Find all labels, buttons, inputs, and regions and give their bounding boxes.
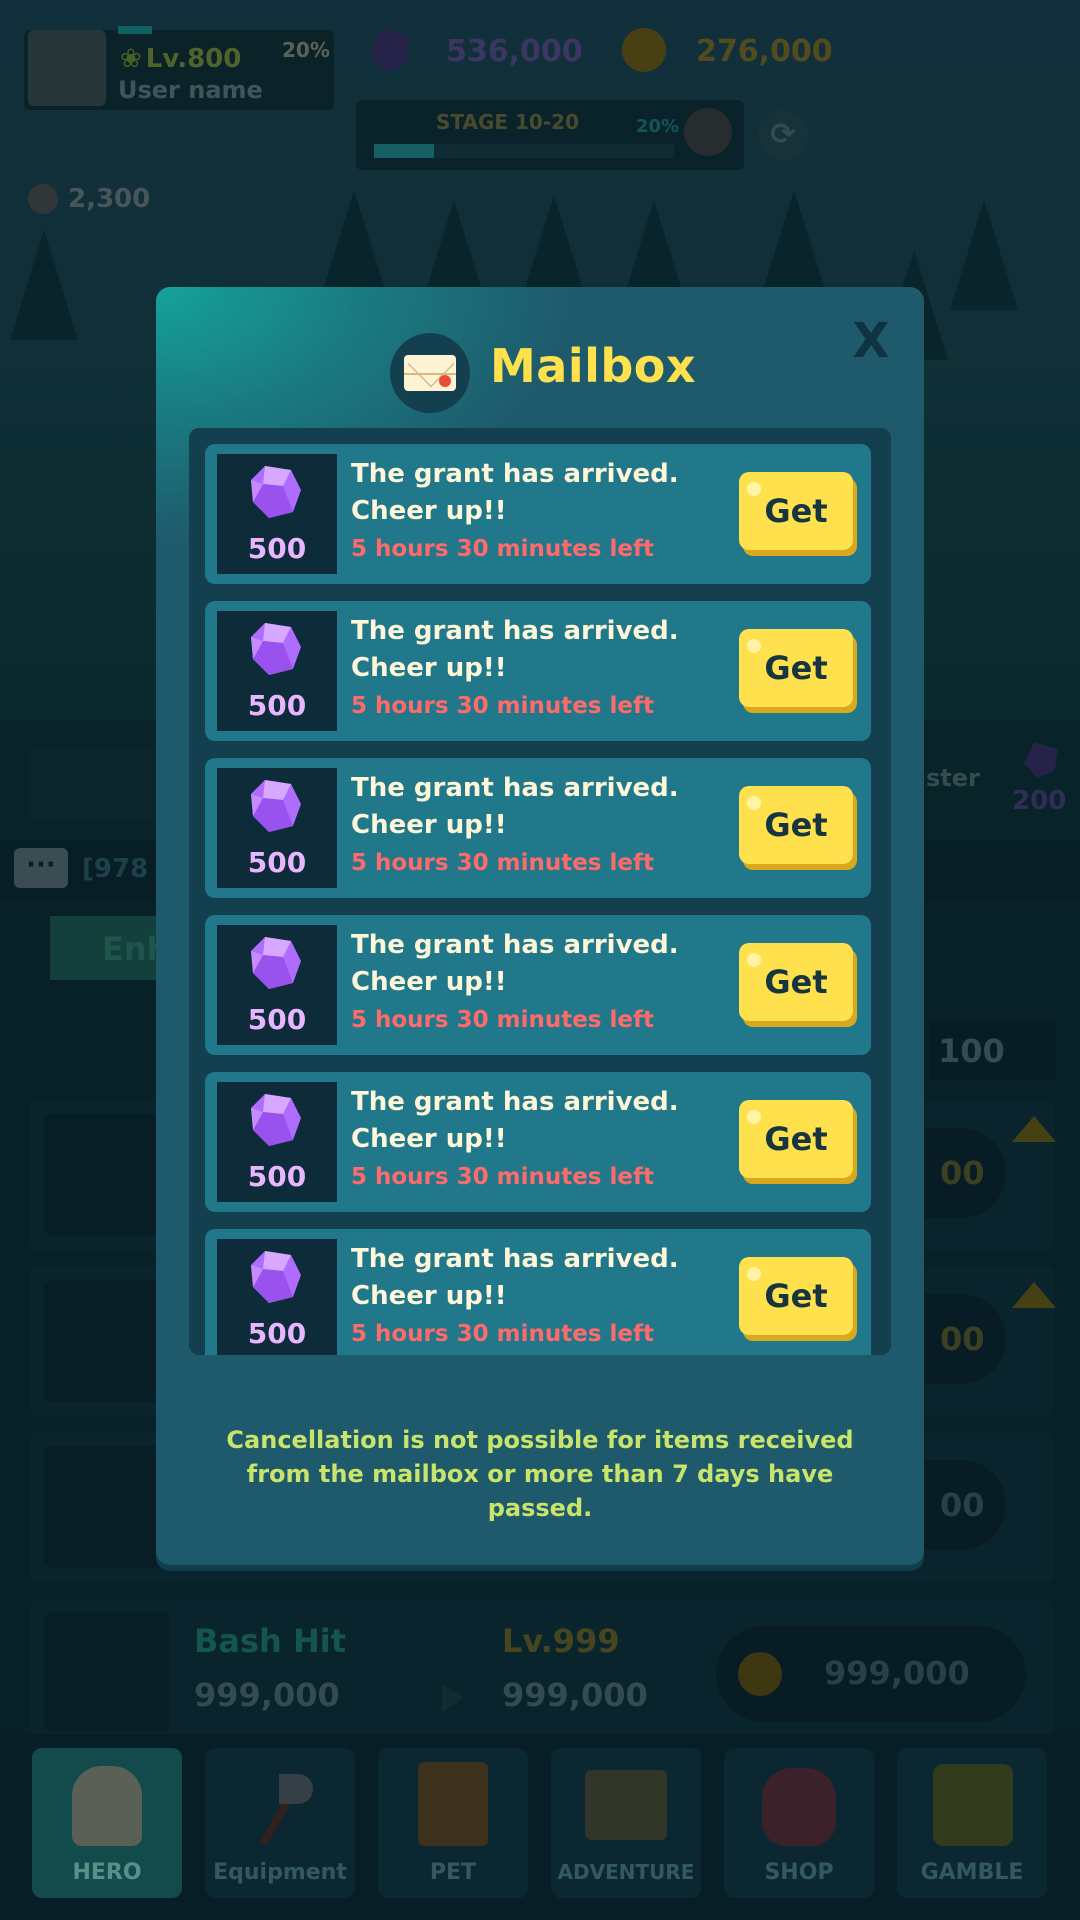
reward-box: 500	[217, 1239, 337, 1355]
mail-icon-badge	[390, 333, 470, 413]
mailbox-modal: Mailbox X 500 The grant has arrived. Chee…	[156, 287, 924, 1565]
mail-message: The grant has arrived. Cheer up!!	[351, 459, 679, 526]
get-button[interactable]: Get	[739, 1257, 853, 1335]
mail-message: The grant has arrived. Cheer up!!	[351, 930, 679, 997]
get-button-label: Get	[764, 806, 828, 844]
mail-time-left: 5 hours 30 minutes left	[351, 1007, 654, 1033]
get-button[interactable]: Get	[739, 1100, 853, 1178]
reward-box: 500	[217, 768, 337, 888]
reward-amount: 500	[247, 532, 307, 565]
reward-box: 500	[217, 611, 337, 731]
mail-item: 500 The grant has arrived. Cheer up!! 5 ho…	[205, 758, 871, 898]
envelope-icon	[404, 355, 456, 391]
reward-amount: 500	[247, 1160, 307, 1193]
get-button-label: Get	[764, 649, 828, 687]
button-shine	[747, 639, 761, 653]
button-shine	[747, 953, 761, 967]
mail-time-left: 5 hours 30 minutes left	[351, 536, 654, 562]
mail-message: The grant has arrived. Cheer up!!	[351, 773, 679, 840]
mail-item: 500 The grant has arrived. Cheer up!! 5 ho…	[205, 915, 871, 1055]
modal-title: Mailbox	[490, 339, 697, 393]
reward-amount: 500	[247, 689, 307, 722]
mail-list[interactable]: 500 The grant has arrived. Cheer up!! 5 ho…	[189, 428, 891, 1355]
reward-box: 500	[217, 454, 337, 574]
get-button-label: Get	[764, 492, 828, 530]
reward-box: 500	[217, 1082, 337, 1202]
close-button[interactable]: X	[846, 313, 896, 369]
reward-box: 500	[217, 925, 337, 1045]
get-button[interactable]: Get	[739, 943, 853, 1021]
gem-icon	[249, 1092, 303, 1148]
mail-time-left: 5 hours 30 minutes left	[351, 850, 654, 876]
mail-item: 500 The grant has arrived. Cheer up!! 5 ho…	[205, 444, 871, 584]
get-button[interactable]: Get	[739, 786, 853, 864]
button-shine	[747, 1267, 761, 1281]
mail-item: 500 The grant has arrived. Cheer up!! 5 ho…	[205, 601, 871, 741]
reward-amount: 500	[247, 1003, 307, 1036]
reward-amount: 500	[247, 846, 307, 879]
get-button-label: Get	[764, 1120, 828, 1158]
gem-icon	[249, 1249, 303, 1305]
get-button[interactable]: Get	[739, 472, 853, 550]
button-shine	[747, 796, 761, 810]
button-shine	[747, 1110, 761, 1124]
get-button-label: Get	[764, 963, 828, 1001]
gem-icon	[249, 935, 303, 991]
mail-time-left: 5 hours 30 minutes left	[351, 693, 654, 719]
get-button[interactable]: Get	[739, 629, 853, 707]
mail-message: The grant has arrived. Cheer up!!	[351, 1244, 679, 1311]
seal-icon	[439, 375, 451, 387]
mail-item: 500 The grant has arrived. Cheer up!! 5 ho…	[205, 1072, 871, 1212]
mail-time-left: 5 hours 30 minutes left	[351, 1321, 654, 1347]
mail-time-left: 5 hours 30 minutes left	[351, 1164, 654, 1190]
get-button-label: Get	[764, 1277, 828, 1315]
mail-item: 500 The grant has arrived. Cheer up!! 5 ho…	[205, 1229, 871, 1355]
gem-icon	[249, 464, 303, 520]
mail-message: The grant has arrived. Cheer up!!	[351, 1087, 679, 1154]
gem-icon	[249, 621, 303, 677]
reward-amount: 500	[247, 1317, 307, 1350]
button-shine	[747, 482, 761, 496]
mailbox-notice: Cancellation is not possible for items r…	[226, 1426, 854, 1522]
mail-message: The grant has arrived. Cheer up!!	[351, 616, 679, 683]
gem-icon	[249, 778, 303, 834]
